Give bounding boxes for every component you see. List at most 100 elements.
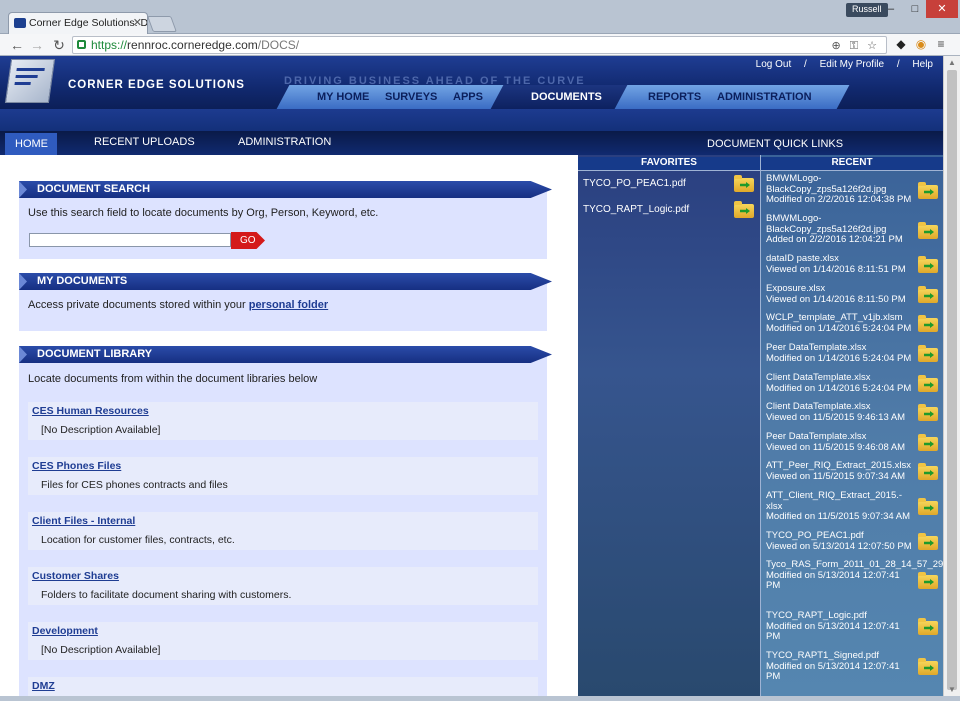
library-link-client-files[interactable]: Client Files - Internal [32, 515, 135, 527]
recent-item-meta: Viewed on 1/14/2016 8:11:50 PM [766, 293, 906, 305]
recent-item[interactable]: WCLP_template_ATT_v1jb.xlsm Modified on 1… [766, 312, 916, 334]
recent-item-name: TYCO_RAPT1_Signed.pdf [766, 650, 880, 661]
recent-item-name: Peer DataTemplate.xlsx [766, 342, 867, 353]
recent-item[interactable]: Exposure.xlsx Viewed on 1/14/2016 8:11:50… [766, 283, 916, 305]
recent-item[interactable]: BMWMLogo-BlackCopy_zps5a126f2d.jpg Modifi… [766, 173, 916, 206]
library-item: CES Phones Files Files for CES phones co… [28, 457, 538, 495]
library-link-phones[interactable]: CES Phones Files [32, 460, 121, 472]
nav-surveys[interactable]: SURVEYS [385, 91, 437, 103]
nav-apps[interactable]: APPS [453, 91, 483, 103]
library-item: Development [No Description Available] [28, 622, 538, 660]
recent-item[interactable]: BMWMLogo-BlackCopy_zps5a126f2d.jpg Added … [766, 213, 916, 246]
open-folder-icon[interactable] [918, 618, 938, 635]
recent-item-meta: Modified on 5/13/2014 12:07:41 PM [766, 660, 900, 682]
recent-item[interactable]: Client DataTemplate.xlsx Modified on 1/14… [766, 372, 916, 394]
address-bar[interactable]: https://rennroc.corneredge.com/DOCS/ ⊕ ⚿… [72, 36, 887, 54]
subtab-recent-uploads[interactable]: RECENT UPLOADS [94, 136, 195, 148]
recent-item[interactable]: ATT_Peer_RIQ_Extract_2015.xlsx Viewed on … [766, 460, 916, 482]
recent-item[interactable]: Peer DataTemplate.xlsx Viewed on 11/5/201… [766, 431, 916, 453]
recent-item[interactable]: TYCO_RAPT_Logic.pdf Modified on 5/13/2014… [766, 610, 916, 643]
help-link[interactable]: Help [912, 59, 933, 70]
library-description: Locate documents from within the documen… [28, 373, 318, 385]
open-folder-icon[interactable] [918, 658, 938, 675]
scroll-up-icon[interactable]: ▲ [948, 58, 956, 67]
zoom-key-star-icons[interactable]: ⊕ ⚿ ☆ [831, 38, 880, 54]
library-item-desc: [No Description Available] [41, 424, 161, 436]
recent-item[interactable]: TYCO_PO_PEAC1.pdf Viewed on 5/13/2014 12:… [766, 530, 916, 552]
library-link-development[interactable]: Development [32, 625, 98, 637]
open-folder-icon[interactable] [918, 315, 938, 332]
recent-item[interactable]: Tyco_RAS_Form_2011_01_28_14_57_29.pdf Mod… [766, 559, 959, 592]
document-search-input[interactable] [29, 233, 231, 247]
new-tab-button[interactable] [147, 16, 177, 32]
library-item-desc: Location for customer files, contracts, … [41, 534, 235, 546]
open-folder-icon[interactable] [918, 375, 938, 392]
recent-title: RECENT [761, 157, 943, 171]
open-folder-icon[interactable] [918, 434, 938, 451]
company-name: CORNER EDGE SOLUTIONS [68, 79, 245, 91]
recent-item-name: ATT_Peer_RIQ_Extract_2015.xlsx [766, 460, 912, 471]
browser-menu-icon[interactable]: ≡ [934, 37, 948, 51]
reload-icon[interactable]: ↻ [50, 36, 68, 54]
nav-documents[interactable]: DOCUMENTS [531, 91, 602, 103]
my-documents-text-before: Access private documents stored within y… [28, 299, 246, 311]
recent-item-name: Client DataTemplate.xlsx [766, 372, 871, 383]
open-folder-icon[interactable] [918, 182, 938, 199]
open-folder-icon[interactable] [918, 222, 938, 239]
personal-folder-link[interactable]: personal folder [249, 299, 328, 311]
top-links: Log Out / Edit My Profile / Help [755, 59, 933, 70]
recent-item-name: ATT_Client_RIQ_Extract_2015.-xlsx [766, 490, 903, 512]
recent-item-name: Client DataTemplate.xlsx [766, 401, 871, 412]
recent-item-meta: Added on 2/2/2016 12:04:21 PM [766, 234, 903, 245]
favorite-item[interactable]: TYCO_PO_PEAC1.pdf [583, 178, 686, 189]
open-folder-icon[interactable] [918, 256, 938, 273]
open-folder-icon[interactable] [734, 201, 754, 218]
subtab-home[interactable]: HOME [5, 133, 57, 155]
scrollbar-thumb[interactable] [947, 70, 957, 690]
scroll-down-icon[interactable]: ▼ [948, 685, 956, 694]
recent-panel: RECENT BMWMLogo-BlackCopy_zps5a126f2d.jp… [760, 155, 959, 696]
open-folder-icon[interactable] [734, 175, 754, 192]
recent-item-name: TYCO_RAPT_Logic.pdf [766, 610, 867, 621]
library-link-hr[interactable]: CES Human Resources [32, 405, 149, 417]
tab-close-icon[interactable]: ✕ [133, 16, 142, 29]
browser-toolbar: ← → ↻ https://rennroc.corneredge.com/DOC… [0, 34, 960, 56]
open-folder-icon[interactable] [918, 572, 938, 589]
maximize-icon[interactable]: □ [902, 0, 928, 18]
library-item: Client Files - Internal Location for cus… [28, 512, 538, 550]
logout-link[interactable]: Log Out [756, 59, 792, 70]
back-icon[interactable]: ← [8, 36, 26, 54]
minimize-icon[interactable]: – [878, 0, 904, 18]
nav-administration[interactable]: ADMINISTRATION [717, 91, 812, 103]
subtab-administration[interactable]: ADMINISTRATION [238, 136, 331, 148]
open-folder-icon[interactable] [918, 286, 938, 303]
recent-item[interactable]: Peer DataTemplate.xlsx Modified on 1/14/2… [766, 342, 916, 364]
recent-item-name: WCLP_template_ATT_v1jb.xlsm [766, 312, 903, 323]
recent-item[interactable]: ATT_Client_RIQ_Extract_2015.-xlsx Modifie… [766, 490, 916, 523]
open-folder-icon[interactable] [918, 404, 938, 421]
search-panel [19, 189, 547, 259]
recent-item[interactable]: Client DataTemplate.xlsx Viewed on 11/5/2… [766, 401, 916, 423]
nav-reports[interactable]: REPORTS [648, 91, 701, 103]
extension-shield-icon[interactable]: ◆ [894, 37, 908, 51]
open-folder-icon[interactable] [918, 498, 938, 515]
library-link-customer-shares[interactable]: Customer Shares [32, 570, 119, 582]
site-header: CORNER EDGE SOLUTIONS DRIVING BUSINESS A… [0, 56, 943, 109]
page-scrollbar[interactable]: ▲ ▼ [943, 56, 960, 696]
open-folder-icon[interactable] [918, 463, 938, 480]
search-description: Use this search field to locate document… [28, 207, 379, 219]
extension-circle-icon[interactable]: ◉ [914, 37, 928, 51]
edit-profile-link[interactable]: Edit My Profile [820, 59, 884, 70]
favorite-item[interactable]: TYCO_RAPT_Logic.pdf [583, 204, 689, 215]
browser-tab[interactable]: Corner Edge Solutions: Do ✕ [8, 12, 148, 34]
nav-my-home[interactable]: MY HOME [317, 91, 369, 103]
open-folder-icon[interactable] [918, 533, 938, 550]
recent-item-meta: Modified on 5/13/2014 12:07:41 PM [766, 569, 900, 591]
forward-icon[interactable]: → [28, 36, 46, 54]
recent-item[interactable]: TYCO_RAPT1_Signed.pdf Modified on 5/13/20… [766, 650, 916, 683]
close-window-icon[interactable]: ✕ [926, 0, 958, 18]
library-link-dmz[interactable]: DMZ [32, 680, 55, 692]
recent-item[interactable]: dataID paste.xlsx Viewed on 1/14/2016 8:1… [766, 253, 916, 275]
recent-item-meta: Modified on 11/5/2015 9:07:34 AM [766, 511, 911, 522]
open-folder-icon[interactable] [918, 345, 938, 362]
